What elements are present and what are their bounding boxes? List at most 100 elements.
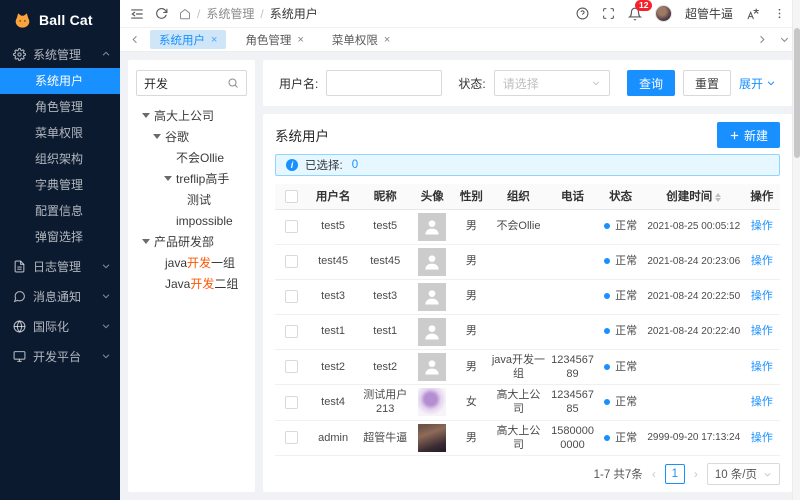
breadcrumb-item[interactable]: 系统管理 — [206, 5, 254, 22]
menu-fold-icon[interactable] — [130, 7, 144, 21]
row-action-link[interactable]: 操作 — [751, 324, 773, 338]
user-avatar[interactable] — [654, 5, 672, 22]
tree-expand-caret-icon[interactable] — [164, 176, 172, 181]
row-checkbox[interactable] — [284, 219, 298, 233]
refresh-icon[interactable] — [155, 7, 168, 20]
tree-node[interactable]: treflip高手 — [136, 168, 247, 189]
tree-node[interactable]: 不会Ollie — [136, 147, 247, 168]
tab-close-icon[interactable]: × — [297, 34, 303, 46]
cell-phone — [547, 314, 598, 350]
sidebar-group-title[interactable]: 开发平台 — [0, 342, 120, 370]
create-button[interactable]: 新建 — [716, 122, 780, 148]
cell-created-at: 2021-08-25 00:05:12 — [643, 209, 744, 245]
prev-page-icon[interactable]: ‹ — [652, 467, 656, 481]
tab-close-icon[interactable]: × — [211, 34, 217, 46]
tree-expand-caret-icon[interactable] — [142, 239, 150, 244]
expand-toggle[interactable]: 展开 — [739, 75, 776, 92]
tree-expand-caret-icon[interactable] — [153, 134, 161, 139]
search-button[interactable]: 查询 — [626, 70, 675, 96]
header-checkbox-cell — [275, 184, 308, 210]
tree-node[interactable]: Java 开发 二组 — [136, 273, 247, 294]
page-scrollbar[interactable] — [792, 0, 800, 500]
username-label[interactable]: 超管牛逼 — [685, 5, 733, 22]
sidebar-item[interactable]: 角色管理 — [0, 94, 120, 120]
row-checkbox[interactable] — [284, 360, 298, 374]
sidebar-group-title[interactable]: 系统管理 — [0, 40, 120, 68]
page-number[interactable]: 1 — [664, 464, 685, 485]
sidebar-group: 消息通知 — [0, 282, 120, 310]
select-all-checkbox[interactable] — [284, 189, 298, 203]
table-row: test2 test2 男 java开发一组 123456789 正常 操作 — [275, 349, 780, 386]
row-checkbox[interactable] — [284, 431, 298, 445]
table-row: test4 测试用户213 女高大上公司 123456785 正常 操作 — [275, 384, 780, 421]
tab[interactable]: 系统用户 × — [150, 30, 227, 49]
tree-search-input[interactable] — [144, 76, 224, 90]
sidebar-item[interactable]: 字典管理 — [0, 172, 120, 198]
status-dot-icon — [604, 223, 611, 230]
row-action-link[interactable]: 操作 — [751, 289, 773, 303]
sidebar-item[interactable]: 组织架构 — [0, 146, 120, 172]
tab-close-icon[interactable]: × — [384, 34, 390, 46]
brand[interactable]: Ball Cat — [0, 0, 120, 40]
row-action-link[interactable]: 操作 — [751, 431, 773, 445]
help-icon[interactable] — [576, 7, 589, 20]
fullscreen-icon[interactable] — [602, 7, 615, 20]
column-header-label: 创建时间 — [666, 191, 713, 204]
row-action-link[interactable]: 操作 — [751, 254, 773, 268]
row-action-link[interactable]: 操作 — [751, 395, 773, 409]
row-action-link[interactable]: 操作 — [751, 360, 773, 374]
tab[interactable]: 菜单权限 × — [323, 30, 399, 49]
notifications[interactable]: 12 — [627, 0, 653, 21]
sort-icons[interactable] — [715, 192, 722, 202]
cell-org — [489, 314, 548, 350]
status-select[interactable]: 请选择 — [493, 70, 610, 96]
sort-desc-icon — [715, 197, 722, 202]
column-header: 性别 — [453, 184, 490, 210]
tree-node[interactable]: 谷歌 — [136, 126, 247, 147]
row-checkbox-cell — [275, 314, 308, 350]
tree-expand-caret-icon[interactable] — [142, 113, 150, 118]
tabs-menu-icon[interactable] — [779, 34, 790, 45]
row-checkbox[interactable] — [284, 324, 298, 338]
tabs-scroll-left-icon[interactable] — [130, 34, 141, 45]
sidebar-item[interactable]: 弹窗选择 — [0, 224, 120, 250]
search-icon[interactable] — [227, 77, 239, 89]
tree-node[interactable]: 测试 — [136, 189, 247, 210]
avatar-placeholder-icon — [418, 282, 447, 311]
tree-node[interactable]: java 开发 一组 — [136, 252, 247, 273]
next-page-icon[interactable]: › — [694, 467, 698, 481]
column-header-label: 操作 — [750, 191, 774, 204]
content-column: 用户名: 状态: 请选择 查询 重置 展开 系统用户 新建 i 已选择: 0 用… — [263, 60, 792, 492]
tree-node[interactable]: impossible — [136, 210, 247, 231]
more-dots-icon[interactable] — [773, 7, 786, 20]
sidebar-group-title[interactable]: 消息通知 — [0, 282, 120, 310]
cell-phone — [547, 209, 598, 245]
sidebar-group-title[interactable]: 国际化 — [0, 312, 120, 340]
cell-avatar — [411, 314, 454, 350]
sidebar-item[interactable]: 系统用户 — [0, 68, 120, 94]
row-checkbox[interactable] — [284, 254, 298, 268]
translate-icon[interactable] — [746, 7, 760, 21]
home-icon[interactable] — [179, 8, 191, 20]
status-dot-icon — [604, 399, 611, 406]
tab-list: 系统用户 × 角色管理 × 菜单权限 × — [150, 30, 399, 49]
breadcrumb-separator: / — [197, 6, 201, 21]
tree-node[interactable]: 产品研发部 — [136, 231, 247, 252]
tree-node[interactable]: 高大上公司 — [136, 105, 247, 126]
table-row: test5 test5 男不会Ollie 正常 2021-08-25 00:05:12 操… — [275, 209, 780, 245]
reset-button[interactable]: 重置 — [682, 70, 731, 96]
row-checkbox[interactable] — [284, 395, 298, 409]
sidebar-item[interactable]: 配置信息 — [0, 198, 120, 224]
page-size-select[interactable]: 10 条/页 — [706, 463, 780, 486]
sidebar-item[interactable]: 菜单权限 — [0, 120, 120, 146]
tab[interactable]: 角色管理 × — [236, 30, 312, 49]
username-input[interactable] — [326, 70, 443, 96]
row-checkbox[interactable] — [284, 289, 298, 303]
scrollbar-thumb[interactable] — [794, 28, 800, 158]
cell-gender: 男 — [453, 349, 490, 386]
sidebar-group-label: 开发平台 — [33, 349, 82, 364]
tabs-scroll-right-icon[interactable] — [756, 34, 767, 45]
row-action-link[interactable]: 操作 — [751, 219, 773, 233]
cat-logo-icon — [13, 11, 32, 30]
sidebar-group-title[interactable]: 日志管理 — [0, 252, 120, 280]
